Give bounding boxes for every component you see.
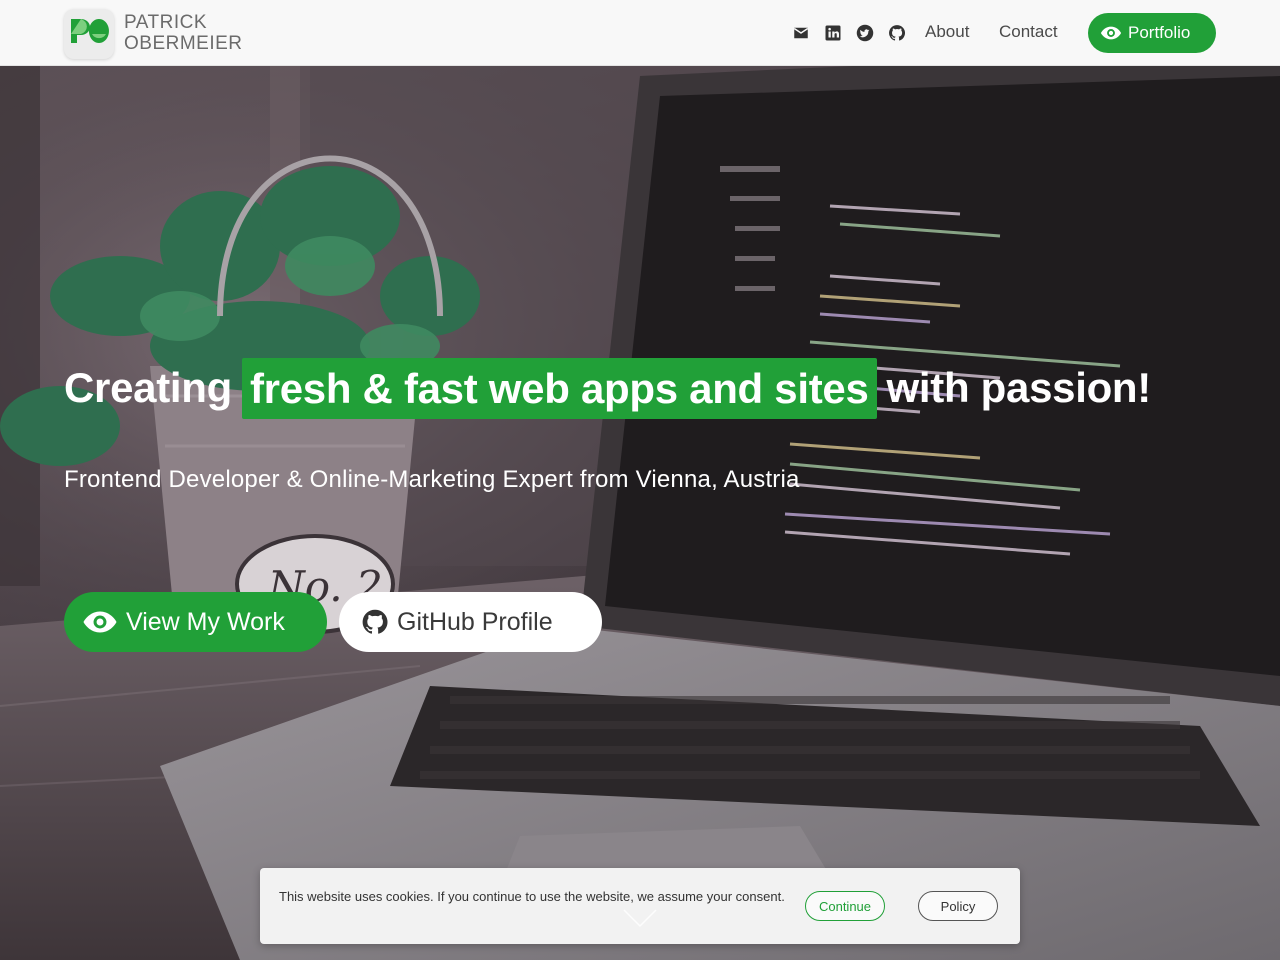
twitter-icon[interactable]: [856, 24, 874, 42]
hero-headline: Creating fresh & fast web apps and sites…: [64, 357, 1151, 419]
brand-line-2: OBERMEIER: [124, 33, 243, 54]
linkedin-icon[interactable]: [824, 24, 842, 42]
scroll-down-chevron-icon[interactable]: [622, 908, 658, 928]
brand-line-1: PATRICK: [124, 12, 208, 33]
hero-background-image: No. 2: [0, 66, 1280, 960]
site-header: PATRICK OBERMEIER About Contact Portfoli…: [0, 0, 1280, 66]
nav-about[interactable]: About: [925, 22, 969, 42]
view-my-work-button[interactable]: View My Work: [64, 592, 327, 652]
eye-icon: [1100, 26, 1122, 40]
cookie-policy-button[interactable]: Policy: [918, 891, 998, 921]
cookie-banner: This website uses cookies. If you contin…: [260, 868, 1020, 944]
logo-mark-icon: [71, 19, 109, 43]
headline-post: with passion!: [886, 364, 1152, 411]
nav-contact[interactable]: Contact: [999, 22, 1058, 42]
brand-name[interactable]: PATRICK OBERMEIER: [124, 12, 243, 54]
github-icon: [362, 609, 388, 634]
cookie-continue-button[interactable]: Continue: [805, 891, 885, 921]
hero-section: No. 2 Creating fresh & fast web apps and…: [0, 66, 1280, 960]
hero-subline: Frontend Developer & Online-Marketing Ex…: [64, 466, 800, 493]
headline-highlight: fresh & fast web apps and sites: [241, 357, 877, 419]
mail-icon[interactable]: [792, 24, 810, 42]
portfolio-button[interactable]: Portfolio: [1088, 13, 1216, 53]
github-profile-label: GitHub Profile: [397, 607, 553, 636]
eye-icon: [83, 611, 117, 633]
cookie-text: This website uses cookies. If you contin…: [279, 889, 785, 904]
headline-pre: Creating: [64, 364, 232, 411]
logo[interactable]: [64, 9, 114, 59]
portfolio-label: Portfolio: [1128, 23, 1191, 42]
github-icon[interactable]: [888, 24, 906, 42]
view-my-work-label: View My Work: [126, 607, 285, 636]
github-profile-button[interactable]: GitHub Profile: [339, 592, 602, 652]
